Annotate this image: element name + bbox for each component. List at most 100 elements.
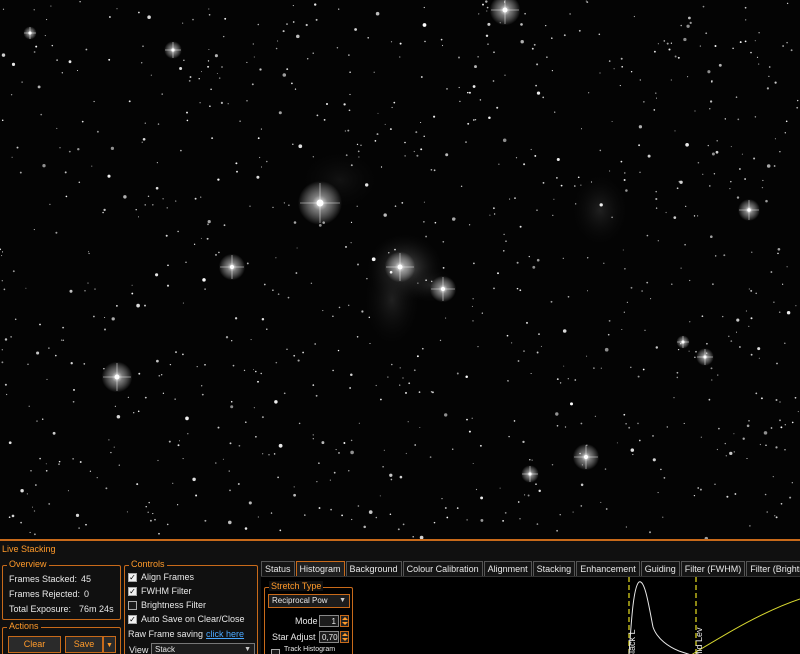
star [652,435,654,437]
star [8,516,11,519]
star [674,55,677,58]
star [258,156,261,159]
star [714,45,717,47]
star [768,66,771,68]
star [288,204,290,206]
star [625,526,628,528]
tab-filter-fwhm[interactable]: Filter (FWHM) [680,561,746,576]
star [323,118,326,121]
star [375,384,377,387]
star [471,417,473,419]
star [401,202,404,204]
view-select[interactable]: Stack ▼ [151,643,255,654]
star [94,288,96,290]
star [260,372,262,375]
star [563,34,566,37]
stretch-type-select[interactable]: Reciprocal Pow ▼ [268,594,350,608]
star [347,304,350,307]
auto-save-checkbox[interactable]: ✓ Auto Save on Clear/Close [128,614,245,624]
star [420,121,422,124]
star-adjust-input[interactable]: 0,70 [319,631,339,643]
star [660,468,662,471]
star [711,80,713,82]
star [260,128,262,130]
star [556,378,559,381]
tab-stacking[interactable]: Stacking [532,561,576,576]
star [305,23,308,27]
star [420,148,423,151]
star [4,383,7,386]
star [275,47,278,50]
star [185,261,187,263]
star [335,449,337,451]
tab-background[interactable]: Background [345,561,402,576]
frames-stacked-label: Frames Stacked: [9,574,78,584]
star [166,207,168,209]
star [416,355,419,358]
star [200,196,202,198]
star [623,413,626,416]
raw-frame-saving-row: Raw Frame saving click here [128,629,244,639]
histogram-curve [628,581,690,654]
star [599,72,601,74]
star [424,40,426,43]
star [277,476,279,479]
star [187,432,189,435]
star [291,82,293,85]
star [108,16,111,18]
star [356,336,359,338]
star [244,421,247,424]
track-histogram-checkbox[interactable]: Track Histogram [271,646,335,654]
tab-alignment[interactable]: Alignment [483,561,532,576]
star [177,504,179,506]
star [302,351,304,354]
clear-button[interactable]: Clear [8,636,61,653]
raw-frame-saving-link[interactable]: click here [206,629,244,639]
save-button[interactable]: Save [65,636,103,653]
star [516,287,519,290]
tab-filter-brightne[interactable]: Filter (Brightne [746,561,800,576]
star [623,311,625,313]
live-stack-image[interactable] [0,0,800,539]
fwhm-filter-checkbox[interactable]: ✓ FWHM Filter [128,586,192,596]
tab-colour-calibration[interactable]: Colour Calibration [402,561,483,576]
star [630,286,633,289]
star [345,245,347,248]
star [393,101,396,104]
mode-input[interactable]: 1 [319,615,339,627]
align-frames-checkbox[interactable]: ✓ Align Frames [128,572,194,582]
nebula [300,150,628,346]
star [295,272,298,274]
tab-enhancement[interactable]: Enhancement [576,561,640,576]
star [216,72,218,75]
tab-status[interactable]: Status [261,561,295,576]
star [766,511,768,513]
star [717,374,719,376]
tab-histogram[interactable]: Histogram [295,561,345,576]
star-adjust-stepper[interactable] [340,631,349,643]
star [185,416,189,421]
star [505,240,507,242]
star [201,71,202,73]
star [208,13,211,16]
star [204,288,206,290]
star [486,6,489,9]
star [358,422,360,424]
brightness-filter-checkbox[interactable]: Brightness Filter [128,600,206,610]
star [388,252,390,254]
star [14,318,17,321]
star [439,339,442,342]
tab-guiding[interactable]: Guiding [640,561,680,576]
star [304,514,306,516]
frames-rejected-row: Frames Rejected: 0 [9,589,89,599]
star [684,243,686,246]
star [227,103,229,105]
star [687,76,689,78]
mode-stepper[interactable] [340,615,349,627]
star [520,23,523,26]
star [468,91,471,94]
star [736,318,740,322]
save-options-button[interactable]: ▼ [103,636,116,653]
star [666,426,669,428]
star [630,366,632,369]
